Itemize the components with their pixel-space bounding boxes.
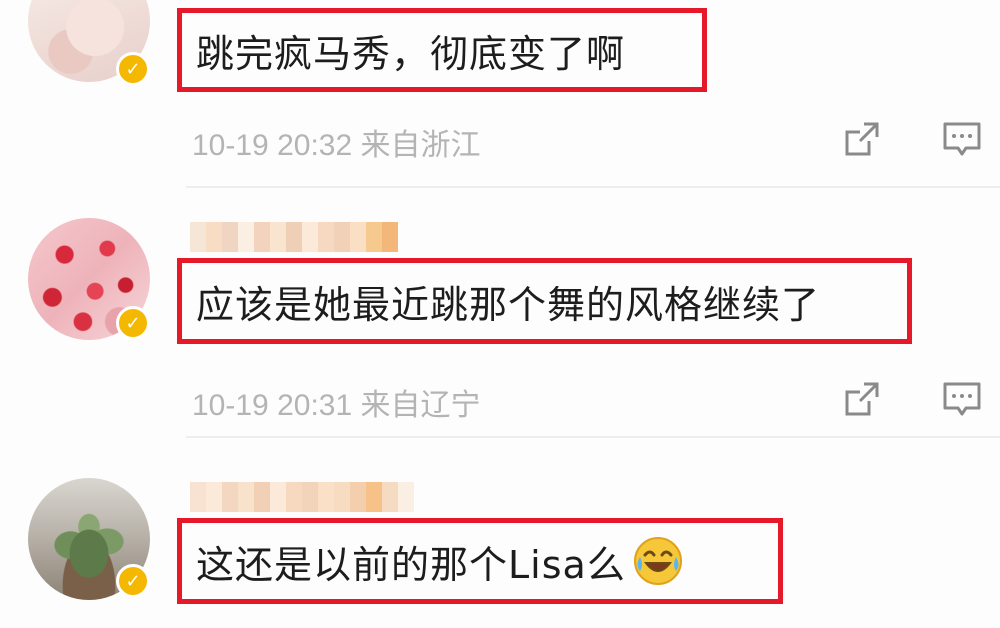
comment-time: 20:32 [277,129,353,162]
comment-icon[interactable] [942,119,982,159]
comment-text: 跳完疯马秀，彻底变了啊 [196,31,626,76]
comment-item: ✓ 跳完疯马秀，彻底变了啊 10-19 20:32 来自浙江 [0,0,1000,188]
comment-time: 20:31 [277,389,353,422]
comment-date: 10-19 [192,129,269,162]
share-icon[interactable] [842,379,882,419]
username-blurred[interactable] [190,482,414,512]
verified-badge-icon: ✓ [116,564,150,598]
comment-text: 这还是以前的那个Lisa么 [196,542,626,587]
share-icon[interactable] [842,119,882,159]
verified-badge-icon: ✓ [116,306,150,340]
verified-badge-icon: ✓ [116,52,150,86]
comment-icon[interactable] [942,379,982,419]
comment-text-highlight: 跳完疯马秀，彻底变了啊 [177,8,707,92]
comment-meta: 10-19 20:31 来自辽宁 [192,380,481,424]
comment-location: 来自辽宁 [360,389,481,422]
comment-text-highlight: 这还是以前的那个Lisa么 [177,518,783,604]
comment-item: ✓ 应该是她最近跳那个舞的风格继续了 10-19 20:31 来自辽宁 [0,188,1000,438]
comment-list: ✓ 跳完疯马秀，彻底变了啊 10-19 20:32 来自浙江 ✓ 应该是她最近跳… [0,0,1000,628]
comment-text-highlight: 应该是她最近跳那个舞的风格继续了 [177,258,912,344]
comment-date: 10-19 [192,389,269,422]
comment-text: 应该是她最近跳那个舞的风格继续了 [196,282,821,327]
laughing-crying-emoji-icon [633,537,682,585]
comment-meta: 10-19 20:32 来自浙江 [192,120,481,164]
comment-item: ✓ 这还是以前的那个Lisa么 [0,438,1000,628]
comment-location: 来自浙江 [360,129,481,162]
username-blurred[interactable] [190,222,398,252]
